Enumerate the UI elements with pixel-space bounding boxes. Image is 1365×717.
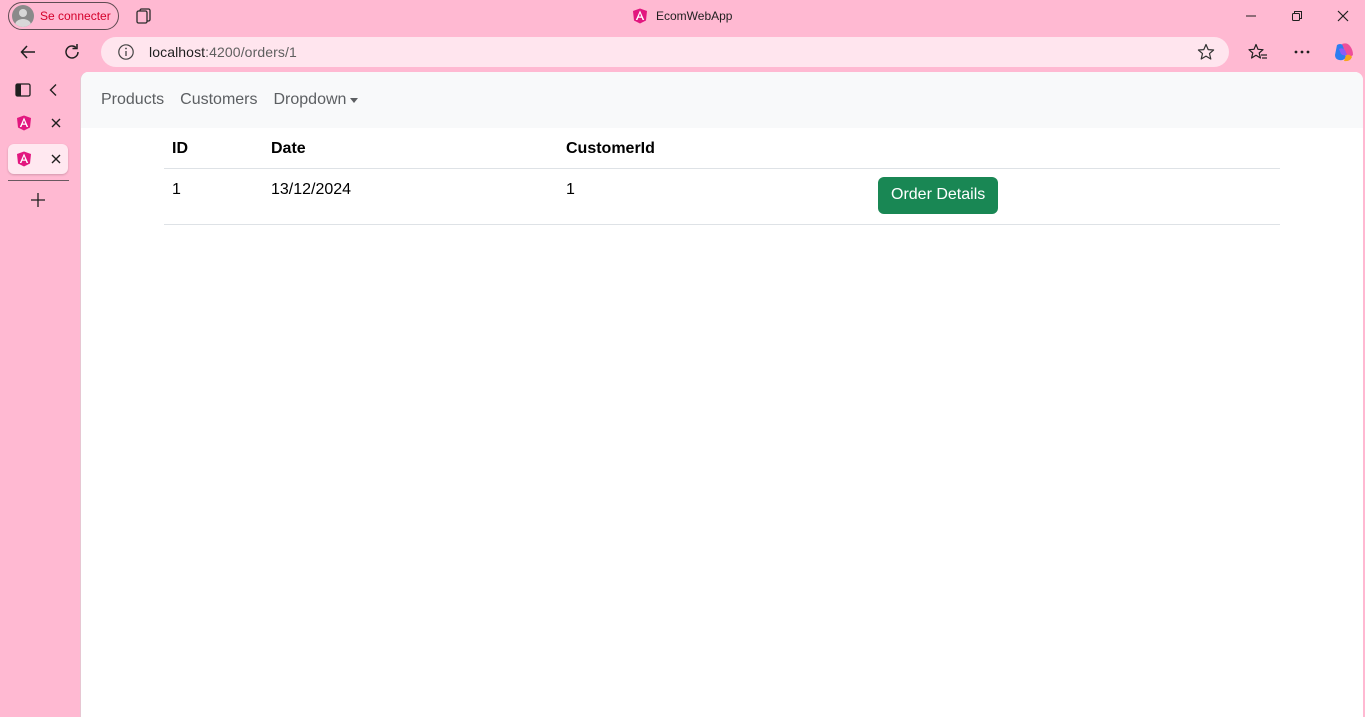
close-window-button[interactable]: [1320, 0, 1365, 32]
restore-button[interactable]: [1274, 0, 1320, 32]
close-icon: [51, 118, 61, 128]
plus-icon[interactable]: [28, 190, 48, 210]
info-icon[interactable]: [117, 43, 135, 61]
url-text[interactable]: localhost:4200/orders/1: [149, 44, 297, 60]
address-bar-row: localhost:4200/orders/1: [0, 32, 1365, 72]
close-icon: [51, 154, 61, 164]
back-arrow-icon: [20, 45, 35, 59]
angular-icon: [633, 8, 647, 24]
profile-label: Se connecter: [40, 9, 111, 23]
orders-table: ID Date CustomerId 1 13/12/2024 1 Order …: [164, 128, 1280, 225]
tab-item[interactable]: [8, 108, 68, 138]
close-icon: [1337, 10, 1349, 22]
window-title-text: EcomWebApp: [656, 9, 733, 23]
sidebar-toggle-icon[interactable]: [15, 83, 31, 97]
tab-close-button[interactable]: [46, 149, 66, 169]
restore-icon: [1292, 11, 1302, 21]
more-icon: [1294, 50, 1310, 54]
page-content: Products Customers Dropdown ID Date Cust…: [80, 72, 1363, 717]
chevron-left-icon[interactable]: [48, 83, 58, 97]
angular-icon: [17, 115, 31, 131]
order-details-button[interactable]: Order Details: [878, 176, 999, 214]
favorites-button[interactable]: [1243, 38, 1273, 66]
column-header-customer-id: CustomerId: [566, 140, 655, 157]
refresh-icon: [65, 44, 79, 59]
cell-customer-id: 1: [558, 167, 870, 225]
back-button[interactable]: [13, 38, 43, 66]
title-bar: Se connecter EcomWebApp: [0, 0, 1365, 32]
app-navbar: Products Customers Dropdown: [81, 72, 1363, 128]
nav-link-products[interactable]: Products: [101, 91, 164, 109]
caret-down-icon: [350, 98, 359, 103]
copilot-icon: [1335, 43, 1353, 62]
column-header-date: Date: [271, 140, 306, 157]
star-icon[interactable]: [1197, 43, 1215, 61]
vertical-tab-strip: [0, 72, 80, 717]
angular-icon: [17, 151, 31, 167]
table-row: 1 13/12/2024 1 Order Details: [164, 167, 1280, 225]
minimize-button[interactable]: [1228, 0, 1274, 32]
more-button[interactable]: [1287, 38, 1317, 66]
column-header-actions: [870, 128, 1280, 168]
copilot-button[interactable]: [1329, 38, 1359, 66]
window-title: EcomWebApp: [632, 6, 732, 26]
tab-item-active[interactable]: [8, 144, 68, 174]
url-path: :4200/orders/1: [205, 44, 297, 60]
cell-order-id: 1: [164, 167, 263, 225]
workspaces-icon[interactable]: [135, 7, 153, 25]
tab-strip-divider: [8, 180, 69, 181]
avatar: [12, 5, 34, 27]
url-host: localhost: [149, 44, 206, 60]
address-bar[interactable]: localhost:4200/orders/1: [101, 37, 1229, 67]
cell-order-date: 13/12/2024: [263, 167, 558, 225]
cell-actions: Order Details: [870, 167, 1280, 225]
tab-close-button[interactable]: [46, 113, 66, 133]
profile-button[interactable]: Se connecter: [8, 2, 119, 30]
tab-strip-controls: [8, 75, 68, 105]
refresh-button[interactable]: [57, 38, 87, 66]
table-header-row: ID Date CustomerId: [164, 128, 1280, 168]
column-header-id: ID: [172, 140, 188, 157]
favorites-icon: [1248, 43, 1267, 59]
nav-dropdown-label: Dropdown: [273, 91, 347, 108]
nav-link-customers[interactable]: Customers: [180, 91, 257, 109]
minimize-icon: [1246, 15, 1256, 17]
nav-dropdown-toggle[interactable]: Dropdown: [274, 91, 359, 109]
